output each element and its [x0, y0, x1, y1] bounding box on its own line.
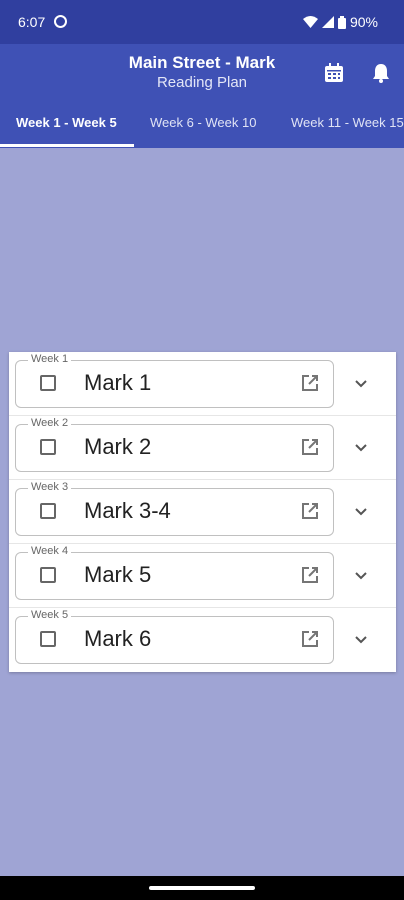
reading-field[interactable]: Week 5 Mark 6: [15, 609, 334, 664]
reading-list: Week 1 Mark 1 Week 2 Mark 2 Week 3 Mark …: [9, 352, 396, 672]
checkbox-icon[interactable]: [40, 631, 56, 647]
tab-indicator: [0, 144, 134, 147]
open-external-icon[interactable]: [300, 373, 320, 393]
reading-row: Week 3 Mark 3-4: [9, 480, 396, 544]
reading-title: Mark 5: [84, 562, 152, 587]
tab-bar: Week 1 - Week 5 Week 6 - Week 10 Week 11…: [0, 100, 404, 148]
checkbox-icon[interactable]: [40, 375, 56, 391]
reading-row: Week 1 Mark 1: [9, 352, 396, 416]
chevron-down-icon[interactable]: [353, 503, 369, 519]
week-label: Week 5: [28, 609, 72, 621]
checkbox-icon[interactable]: [40, 503, 56, 519]
chevron-down-icon[interactable]: [353, 567, 369, 583]
reading-title: Mark 3-4: [84, 498, 171, 523]
calendar-icon[interactable]: [323, 62, 345, 84]
reading-title: Mark 6: [84, 626, 152, 651]
wifi-icon: [302, 16, 318, 28]
reading-title: Mark 1: [84, 370, 152, 395]
chevron-down-icon[interactable]: [353, 439, 369, 455]
battery-icon: [337, 15, 346, 29]
battery-level: 90%: [349, 14, 378, 30]
reading-row: Week 5 Mark 6: [9, 608, 396, 672]
reading-field[interactable]: Week 3 Mark 3-4: [15, 481, 334, 536]
reading-field[interactable]: Week 4 Mark 5: [15, 545, 334, 600]
system-navigation-bar: [0, 876, 404, 900]
reading-title: Mark 2: [84, 434, 152, 459]
checkbox-icon[interactable]: [40, 439, 56, 455]
status-time: 6:07: [18, 14, 46, 30]
open-external-icon[interactable]: [300, 437, 320, 457]
week-label: Week 1: [28, 353, 72, 365]
week-label: Week 2: [28, 417, 72, 429]
app-bar: Main Street - Mark Reading Plan: [0, 44, 404, 100]
status-bar: 6:07 90%: [0, 0, 404, 44]
chevron-down-icon[interactable]: [353, 375, 369, 391]
reading-field[interactable]: Week 2 Mark 2: [15, 417, 334, 472]
open-external-icon[interactable]: [300, 501, 320, 521]
tab-week-1-5[interactable]: Week 1 - Week 5: [16, 115, 117, 130]
reading-row: Week 2 Mark 2: [9, 416, 396, 480]
bell-icon[interactable]: [370, 62, 392, 84]
reading-row: Week 4 Mark 5: [9, 544, 396, 608]
open-external-icon[interactable]: [300, 629, 320, 649]
chevron-down-icon[interactable]: [353, 631, 369, 647]
tab-week-11-15[interactable]: Week 11 - Week 15: [291, 115, 404, 130]
tab-week-6-10[interactable]: Week 6 - Week 10: [150, 115, 256, 130]
notification-icon: [54, 15, 67, 28]
week-label: Week 3: [28, 481, 72, 493]
status-indicators: 90%: [302, 14, 378, 30]
reading-field[interactable]: Week 1 Mark 1: [15, 353, 334, 408]
checkbox-icon[interactable]: [40, 567, 56, 583]
signal-icon: [321, 16, 334, 28]
week-label: Week 4: [28, 545, 72, 557]
home-handle[interactable]: [149, 886, 255, 890]
open-external-icon[interactable]: [300, 565, 320, 585]
